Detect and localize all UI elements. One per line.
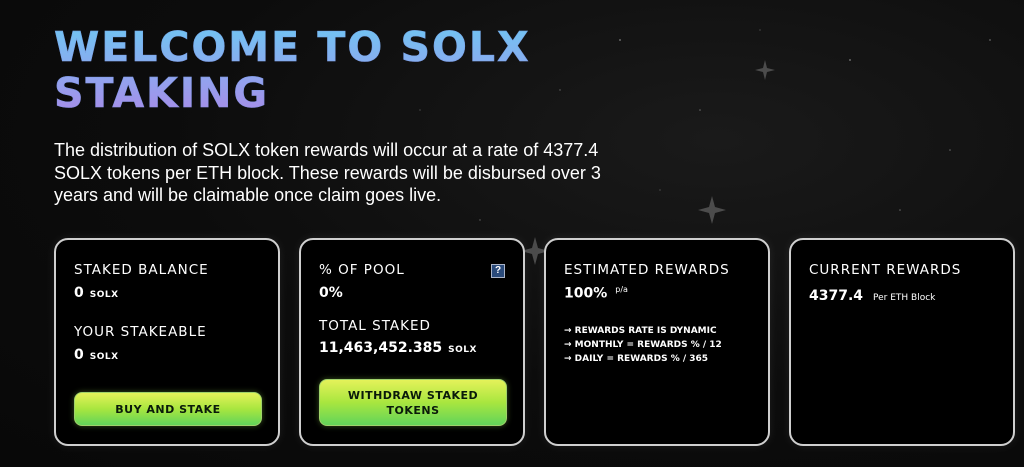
current-rewards-value: 4377.4 Per ETH Block (809, 288, 935, 304)
question-help-icon[interactable]: ? (491, 264, 505, 278)
current-rewards-amount: 4377.4 (809, 288, 864, 304)
rewards-notes: → REWARDS RATE IS DYNAMIC → MONTHLY = RE… (564, 324, 722, 366)
estimated-rewards-value: 100% p/a (564, 285, 628, 302)
total-staked-unit: SOLX (448, 345, 477, 355)
rewards-note: → DAILY = REWARDS % / 365 (564, 354, 709, 364)
total-staked-amount: 11,463,452.385 (319, 340, 443, 356)
pool-percent-value: 0% (319, 285, 343, 301)
stakeable-label: YOUR STAKEABLE (74, 324, 207, 340)
current-rewards-label: CURRENT REWARDS (809, 262, 962, 278)
stakeable-unit: SOLX (89, 352, 119, 362)
staked-balance-value: 0 SOLX (74, 285, 119, 301)
rewards-note: → REWARDS RATE IS DYNAMIC (564, 326, 717, 336)
pool-card: % OF POOL ? 0% TOTAL STAKED 11,463,452.3… (299, 238, 525, 446)
estimated-rewards-label: ESTIMATED REWARDS (564, 262, 730, 278)
stakeable-amount: 0 (74, 347, 84, 363)
staked-balance-unit: SOLX (89, 290, 119, 300)
stakeable-value: 0 SOLX (74, 347, 119, 363)
buy-and-stake-button[interactable]: BUY AND STAKE (74, 392, 262, 426)
page-title: WELCOME TO SOLX STAKING (54, 23, 531, 117)
staked-balance-label: STAKED BALANCE (74, 262, 209, 278)
current-rewards-card: CURRENT REWARDS 4377.4 Per ETH Block (789, 238, 1015, 446)
pool-percent-label: % OF POOL (319, 262, 405, 278)
staked-balance-card: STAKED BALANCE 0 SOLX YOUR STAKEABLE 0 SOL… (54, 238, 280, 446)
intro-text: The distribution of SOLX token rewards w… (54, 140, 601, 205)
estimated-rewards-suffix: p/a (615, 285, 628, 294)
estimated-rewards-card: ESTIMATED REWARDS 100% p/a → REWARDS RATE… (544, 238, 770, 446)
staked-balance-amount: 0 (74, 285, 84, 301)
rewards-note: → MONTHLY = REWARDS % / 12 (564, 340, 722, 350)
current-rewards-suffix: Per ETH Block (873, 293, 936, 303)
page-title-line-2: STAKING (54, 69, 270, 117)
page-title-line-1: WELCOME TO SOLX (54, 23, 531, 71)
estimated-rewards-amount: 100% (564, 285, 608, 302)
withdraw-staked-tokens-button[interactable]: WITHDRAW STAKED TOKENS (319, 379, 507, 426)
total-staked-label: TOTAL STAKED (319, 318, 431, 334)
total-staked-value: 11,463,452.385 SOLX (319, 340, 477, 356)
